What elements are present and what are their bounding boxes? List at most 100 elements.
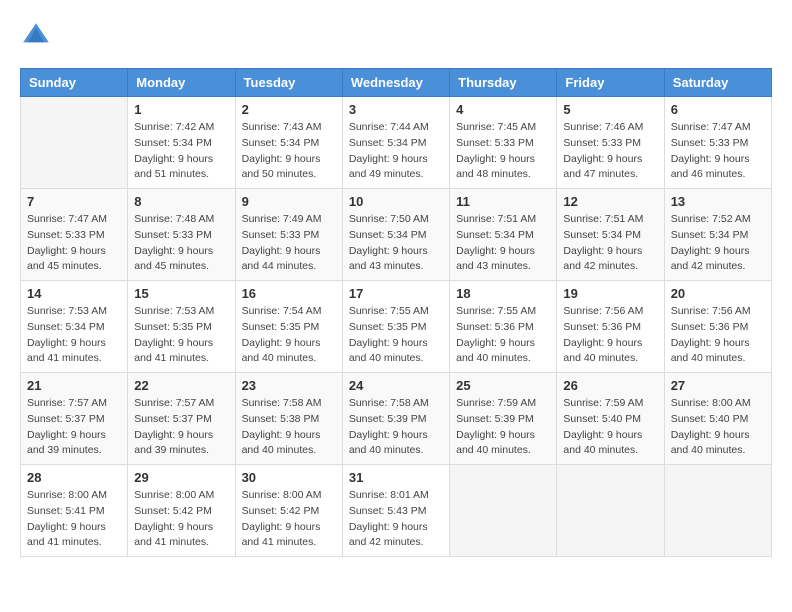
calendar-cell: 6Sunrise: 7:47 AM Sunset: 5:33 PM Daylig… [664, 97, 771, 189]
day-number: 28 [27, 470, 121, 485]
day-info: Sunrise: 7:53 AM Sunset: 5:34 PM Dayligh… [27, 304, 121, 367]
day-number: 15 [134, 286, 228, 301]
calendar-cell: 4 Sunrise: 7:45 AM Sunset: 5:33 PM Daylig… [450, 97, 557, 189]
day-number: 19 [563, 286, 657, 301]
calendar-week-row: 21 Sunrise: 7:57 AM Sunset: 5:37 PM Dayli… [21, 373, 772, 465]
day-of-week-header: Sunday [21, 69, 128, 97]
day-number: 22 [134, 378, 228, 393]
calendar-cell: 19 Sunrise: 7:56 AM Sunset: 5:36 PM Dayli… [557, 281, 664, 373]
header [20, 20, 772, 52]
day-number: 4 [456, 102, 550, 117]
day-info: Sunrise: 7:58 AM Sunset: 5:39 PM Dayligh… [349, 396, 443, 459]
day-info: Sunrise: 7:59 AM Sunset: 5:40 PM Dayligh… [563, 396, 657, 459]
day-of-week-header: Wednesday [342, 69, 449, 97]
day-number: 11 [456, 194, 550, 209]
calendar-cell: 20 Sunrise: 7:56 AM Sunset: 5:36 PM Dayli… [664, 281, 771, 373]
day-info: Sunrise: 7:42 AM Sunset: 5:34 PM Dayligh… [134, 120, 228, 183]
day-info: Sunrise: 7:44 AM Sunset: 5:34 PM Dayligh… [349, 120, 443, 183]
calendar-cell: 30 Sunrise: 8:00 AM Sunset: 5:42 PM Dayli… [235, 465, 342, 557]
calendar-cell: 2 Sunrise: 7:43 AM Sunset: 5:34 PM Daylig… [235, 97, 342, 189]
day-number: 27 [671, 378, 765, 393]
day-info: Sunrise: 7:50 AM Sunset: 5:34 PM Dayligh… [349, 212, 443, 275]
day-number: 1 [134, 102, 228, 117]
day-number: 14 [27, 286, 121, 301]
calendar-cell: 15 Sunrise: 7:53 AM Sunset: 5:35 PM Dayli… [128, 281, 235, 373]
day-info: Sunrise: 7:48 AM Sunset: 5:33 PM Dayligh… [134, 212, 228, 275]
calendar-cell: 28 Sunrise: 8:00 AM Sunset: 5:41 PM Dayli… [21, 465, 128, 557]
calendar-cell: 12 Sunrise: 7:51 AM Sunset: 5:34 PM Dayli… [557, 189, 664, 281]
day-number: 17 [349, 286, 443, 301]
day-info: Sunrise: 7:58 AM Sunset: 5:38 PM Dayligh… [242, 396, 336, 459]
day-info: Sunrise: 7:59 AM Sunset: 5:39 PM Dayligh… [456, 396, 550, 459]
day-info: Sunrise: 7:56 AM Sunset: 5:36 PM Dayligh… [563, 304, 657, 367]
day-info: Sunrise: 7:56 AM Sunset: 5:36 PM Dayligh… [671, 304, 765, 367]
day-info: Sunrise: 7:49 AM Sunset: 5:33 PM Dayligh… [242, 212, 336, 275]
calendar-cell: 24 Sunrise: 7:58 AM Sunset: 5:39 PM Dayli… [342, 373, 449, 465]
day-of-week-header: Friday [557, 69, 664, 97]
calendar-cell: 3Sunrise: 7:44 AM Sunset: 5:34 PM Daylig… [342, 97, 449, 189]
day-number: 7 [27, 194, 121, 209]
day-info: Sunrise: 7:45 AM Sunset: 5:33 PM Dayligh… [456, 120, 550, 183]
calendar-week-row: 1 Sunrise: 7:42 AM Sunset: 5:34 PM Daylig… [21, 97, 772, 189]
day-info: Sunrise: 7:54 AM Sunset: 5:35 PM Dayligh… [242, 304, 336, 367]
day-number: 30 [242, 470, 336, 485]
calendar-cell: 31 Sunrise: 8:01 AM Sunset: 5:43 PM Dayli… [342, 465, 449, 557]
calendar-cell: 8 Sunrise: 7:48 AM Sunset: 5:33 PM Daylig… [128, 189, 235, 281]
day-info: Sunrise: 7:52 AM Sunset: 5:34 PM Dayligh… [671, 212, 765, 275]
day-info: Sunrise: 8:01 AM Sunset: 5:43 PM Dayligh… [349, 488, 443, 551]
calendar-cell: 29 Sunrise: 8:00 AM Sunset: 5:42 PM Dayli… [128, 465, 235, 557]
day-number: 23 [242, 378, 336, 393]
day-number: 21 [27, 378, 121, 393]
day-number: 10 [349, 194, 443, 209]
calendar-cell: 7Sunrise: 7:47 AM Sunset: 5:33 PM Daylig… [21, 189, 128, 281]
day-number: 20 [671, 286, 765, 301]
day-number: 9 [242, 194, 336, 209]
day-info: Sunrise: 7:51 AM Sunset: 5:34 PM Dayligh… [563, 212, 657, 275]
calendar-cell: 23 Sunrise: 7:58 AM Sunset: 5:38 PM Dayli… [235, 373, 342, 465]
day-number: 24 [349, 378, 443, 393]
day-info: Sunrise: 7:53 AM Sunset: 5:35 PM Dayligh… [134, 304, 228, 367]
calendar-cell: 14 Sunrise: 7:53 AM Sunset: 5:34 PM Dayli… [21, 281, 128, 373]
calendar-cell: 5 Sunrise: 7:46 AM Sunset: 5:33 PM Daylig… [557, 97, 664, 189]
calendar-week-row: 7Sunrise: 7:47 AM Sunset: 5:33 PM Daylig… [21, 189, 772, 281]
calendar-cell: 13 Sunrise: 7:52 AM Sunset: 5:34 PM Dayli… [664, 189, 771, 281]
day-number: 29 [134, 470, 228, 485]
day-number: 25 [456, 378, 550, 393]
day-number: 2 [242, 102, 336, 117]
day-number: 12 [563, 194, 657, 209]
calendar-cell: 17 Sunrise: 7:55 AM Sunset: 5:35 PM Dayli… [342, 281, 449, 373]
day-info: Sunrise: 7:43 AM Sunset: 5:34 PM Dayligh… [242, 120, 336, 183]
logo-icon [20, 20, 52, 52]
calendar-cell: 16 Sunrise: 7:54 AM Sunset: 5:35 PM Dayli… [235, 281, 342, 373]
day-number: 13 [671, 194, 765, 209]
calendar-cell: 27 Sunrise: 8:00 AM Sunset: 5:40 PM Dayli… [664, 373, 771, 465]
calendar-cell [664, 465, 771, 557]
day-of-week-header: Tuesday [235, 69, 342, 97]
day-info: Sunrise: 7:51 AM Sunset: 5:34 PM Dayligh… [456, 212, 550, 275]
calendar-cell: 21 Sunrise: 7:57 AM Sunset: 5:37 PM Dayli… [21, 373, 128, 465]
day-number: 18 [456, 286, 550, 301]
calendar-cell: 11 Sunrise: 7:51 AM Sunset: 5:34 PM Dayli… [450, 189, 557, 281]
day-info: Sunrise: 7:46 AM Sunset: 5:33 PM Dayligh… [563, 120, 657, 183]
calendar-cell [450, 465, 557, 557]
calendar-cell: 18 Sunrise: 7:55 AM Sunset: 5:36 PM Dayli… [450, 281, 557, 373]
calendar-cell: 25 Sunrise: 7:59 AM Sunset: 5:39 PM Dayli… [450, 373, 557, 465]
day-info: Sunrise: 8:00 AM Sunset: 5:42 PM Dayligh… [242, 488, 336, 551]
day-of-week-header: Thursday [450, 69, 557, 97]
day-info: Sunrise: 7:55 AM Sunset: 5:36 PM Dayligh… [456, 304, 550, 367]
day-number: 16 [242, 286, 336, 301]
day-info: Sunrise: 8:00 AM Sunset: 5:40 PM Dayligh… [671, 396, 765, 459]
logo [20, 20, 56, 52]
day-of-week-header: Monday [128, 69, 235, 97]
day-number: 5 [563, 102, 657, 117]
calendar-week-row: 14 Sunrise: 7:53 AM Sunset: 5:34 PM Dayli… [21, 281, 772, 373]
day-info: Sunrise: 8:00 AM Sunset: 5:41 PM Dayligh… [27, 488, 121, 551]
day-info: Sunrise: 7:57 AM Sunset: 5:37 PM Dayligh… [27, 396, 121, 459]
day-number: 6 [671, 102, 765, 117]
day-number: 8 [134, 194, 228, 209]
day-number: 31 [349, 470, 443, 485]
calendar-cell: 10 Sunrise: 7:50 AM Sunset: 5:34 PM Dayli… [342, 189, 449, 281]
calendar-cell: 9 Sunrise: 7:49 AM Sunset: 5:33 PM Daylig… [235, 189, 342, 281]
day-info: Sunrise: 8:00 AM Sunset: 5:42 PM Dayligh… [134, 488, 228, 551]
day-info: Sunrise: 7:55 AM Sunset: 5:35 PM Dayligh… [349, 304, 443, 367]
